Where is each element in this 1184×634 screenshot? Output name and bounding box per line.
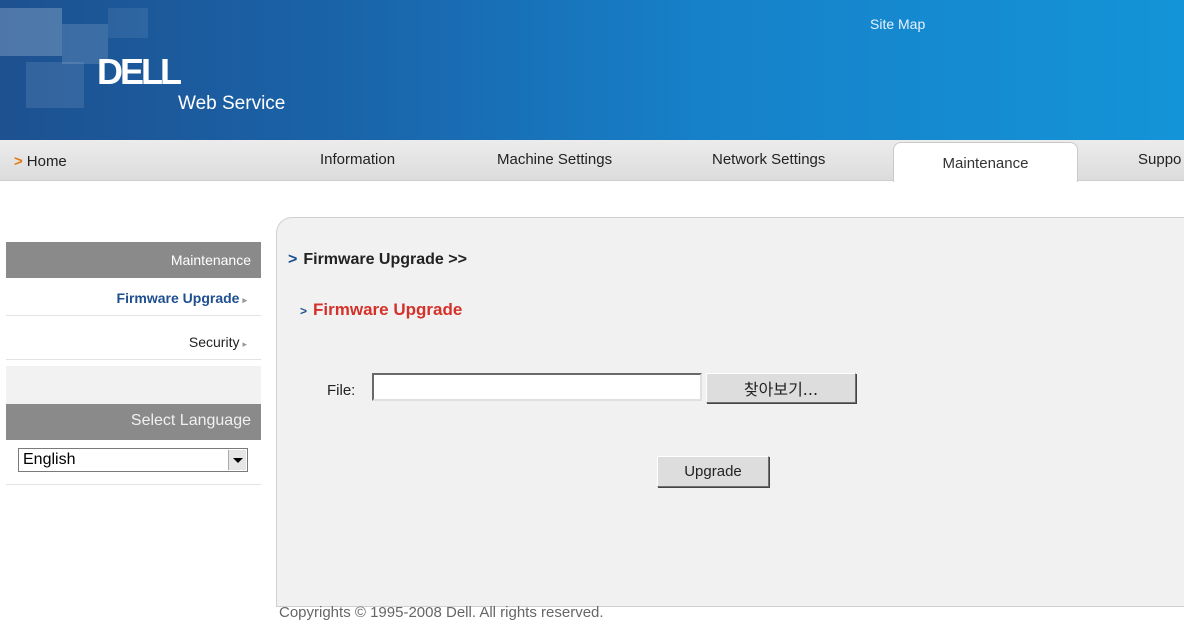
chevron-right-icon: >	[288, 251, 298, 268]
sidebar-section-title: Maintenance	[6, 242, 261, 278]
tab-information[interactable]: Information	[320, 151, 395, 168]
copyright-text: Copyrights © 1995-2008 Dell. All rights …	[279, 604, 604, 621]
site-map-link[interactable]: Site Map	[870, 16, 925, 32]
tab-machine-settings[interactable]: Machine Settings	[497, 151, 612, 168]
language-select[interactable]: English	[18, 448, 248, 472]
upgrade-button[interactable]: Upgrade	[657, 456, 769, 487]
section-title: > Firmware Upgrade	[300, 300, 462, 320]
sidebar-item-firmware-upgrade[interactable]: Firmware Upgrade ▸	[6, 280, 261, 316]
triangle-right-icon: ▸	[242, 339, 247, 349]
chevron-down-icon[interactable]	[228, 450, 246, 470]
tab-support[interactable]: Suppo	[1138, 151, 1181, 168]
language-section-title: Select Language	[6, 404, 261, 440]
breadcrumb: > Firmware Upgrade >>	[288, 251, 467, 269]
chevron-right-icon: >	[14, 153, 23, 170]
sidebar-spacer	[6, 366, 261, 404]
decor-square	[26, 62, 84, 108]
decor-square	[108, 8, 148, 38]
section-title-label: Firmware Upgrade	[313, 300, 463, 319]
file-path-input[interactable]	[372, 373, 702, 401]
chevron-right-icon: >	[300, 304, 308, 318]
browse-button[interactable]: 찾아보기...	[706, 373, 856, 403]
tab-network-settings[interactable]: Network Settings	[712, 151, 825, 168]
nav-home-link[interactable]: > Home	[14, 153, 67, 170]
file-label: File:	[327, 382, 356, 399]
breadcrumb-label: Firmware Upgrade >>	[303, 251, 467, 268]
sidebar-item-label: Security	[188, 334, 240, 350]
triangle-right-icon: ▸	[242, 295, 247, 305]
nav-home-label: Home	[26, 153, 67, 170]
language-selected-value: English	[23, 451, 76, 468]
tab-maintenance[interactable]: Maintenance	[893, 142, 1078, 182]
header-banner: DELL Web Service Site Map	[0, 0, 1184, 140]
logo-subtitle: Web Service	[178, 93, 286, 114]
content-panel	[276, 217, 1184, 607]
language-area: English	[6, 440, 261, 485]
dell-logo: DELL	[97, 51, 182, 92]
sidebar-item-label: Firmware Upgrade	[116, 290, 240, 306]
sidebar-item-security[interactable]: Security ▸	[6, 324, 261, 360]
decor-square	[0, 8, 62, 56]
sidebar-empty	[6, 485, 261, 634]
